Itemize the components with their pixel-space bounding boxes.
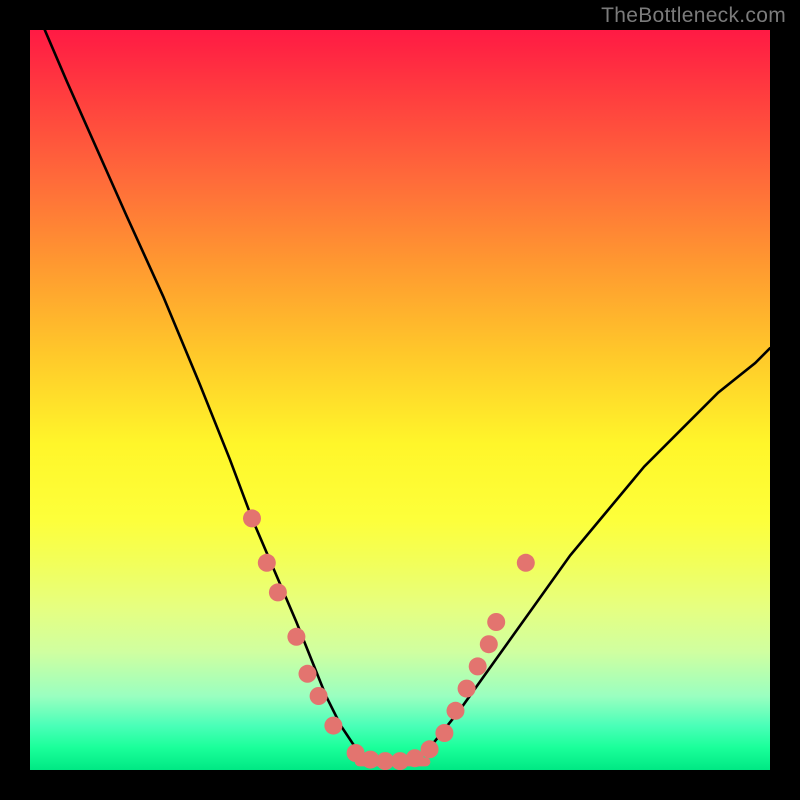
marker-point <box>469 657 487 675</box>
marker-point <box>243 509 261 527</box>
marker-point <box>299 665 317 683</box>
watermark-text: TheBottleneck.com <box>601 4 786 28</box>
marker-point <box>435 724 453 742</box>
marker-point <box>324 717 342 735</box>
bottleneck-curve <box>45 30 770 763</box>
marker-point <box>458 680 476 698</box>
marker-point <box>447 702 465 720</box>
chart-svg <box>30 30 770 770</box>
plot-area <box>30 30 770 770</box>
marker-point <box>258 554 276 572</box>
marker-point <box>517 554 535 572</box>
marker-point <box>487 613 505 631</box>
marker-point <box>269 583 287 601</box>
chart-frame: TheBottleneck.com <box>0 0 800 800</box>
marker-point <box>480 635 498 653</box>
marker-group <box>243 509 535 770</box>
marker-point <box>287 628 305 646</box>
marker-point <box>421 740 439 758</box>
marker-point <box>310 687 328 705</box>
